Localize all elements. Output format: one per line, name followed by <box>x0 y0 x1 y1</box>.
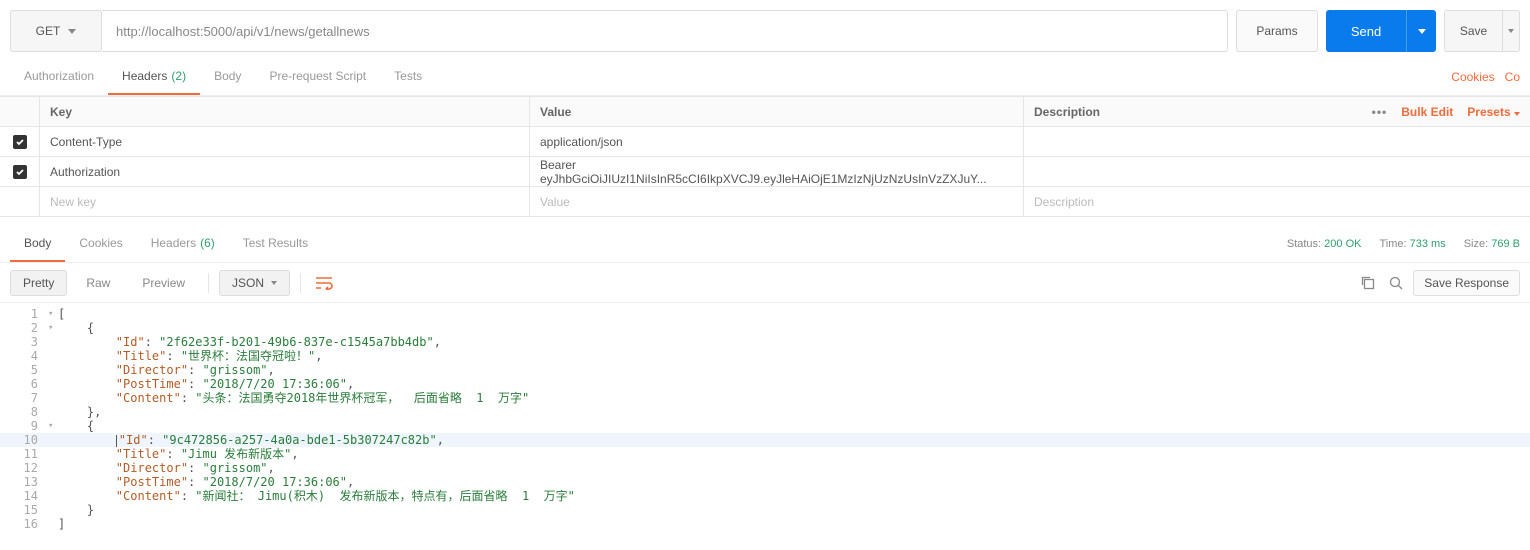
checkbox[interactable] <box>13 165 27 179</box>
format-select[interactable]: JSON <box>219 270 290 296</box>
code-line: 10 "Id": "9c472856-a257-4a0a-bde1-5b3072… <box>0 433 1530 447</box>
checkbox[interactable] <box>13 135 27 149</box>
header-value[interactable]: application/json <box>530 127 1024 156</box>
save-button[interactable]: Save <box>1444 10 1502 52</box>
header-key[interactable]: Content-Type <box>40 127 530 156</box>
headers-table: Key Value Description ••• Bulk Edit Pres… <box>0 96 1530 217</box>
code-line: 6 "PostTime": "2018/7/20 17:36:06", <box>0 377 1530 391</box>
new-key-input[interactable]: New key <box>40 187 530 216</box>
code-line: 11 "Title": "Jimu 发布新版本", <box>0 447 1530 461</box>
view-preview[interactable]: Preview <box>129 270 198 296</box>
chevron-down-icon <box>1508 29 1514 33</box>
code-line: 12 "Director": "grissom", <box>0 461 1530 475</box>
code-line: 3 "Id": "2f62e33f-b201-49b6-837e-c1545a7… <box>0 335 1530 349</box>
code-line: 1▾[ <box>0 307 1530 321</box>
header-value[interactable]: Bearer eyJhbGciOiJIUzI1NiIsInR5cCI6IkpXV… <box>530 157 1024 186</box>
url-input[interactable] <box>102 10 1228 52</box>
col-description: Description <box>1024 97 1365 126</box>
col-value: Value <box>530 97 1024 126</box>
code-line: 14 "Content": "新闻社： Jimu(积木) 发布新版本，特点有，后… <box>0 489 1530 503</box>
copy-icon[interactable] <box>1357 276 1379 290</box>
code-line: 13 "PostTime": "2018/7/20 17:36:06", <box>0 475 1530 489</box>
code-line: 9▾ { <box>0 419 1530 433</box>
send-button[interactable]: Send <box>1326 10 1406 52</box>
table-row: Content-Typeapplication/json <box>0 127 1530 157</box>
params-button[interactable]: Params <box>1236 10 1318 52</box>
tab-label: Headers <box>122 69 167 83</box>
code-link[interactable]: Co <box>1505 70 1520 84</box>
http-method-select[interactable]: GET <box>10 10 102 52</box>
chevron-down-icon <box>68 29 76 34</box>
response-tab-body[interactable]: Body <box>10 225 65 262</box>
save-dropdown[interactable] <box>1502 10 1520 52</box>
header-key[interactable]: Authorization <box>40 157 530 186</box>
col-key: Key <box>40 97 530 126</box>
header-desc[interactable] <box>1024 127 1365 156</box>
tab-prerequest[interactable]: Pre-request Script <box>255 58 380 95</box>
tab-tests[interactable]: Tests <box>380 58 436 95</box>
response-tab-headers[interactable]: Headers (6) <box>137 225 229 262</box>
presets-link[interactable]: Presets <box>1467 105 1520 119</box>
response-tab-test-results[interactable]: Test Results <box>229 225 322 262</box>
tab-authorization[interactable]: Authorization <box>10 58 108 95</box>
code-line: 4 "Title": "世界杯：法国夺冠啦！", <box>0 349 1530 363</box>
headers-count: (2) <box>171 69 186 83</box>
chevron-down-icon <box>1514 112 1520 116</box>
code-line: 15 } <box>0 503 1530 517</box>
view-raw[interactable]: Raw <box>73 270 123 296</box>
response-tab-cookies[interactable]: Cookies <box>65 225 136 262</box>
tab-body[interactable]: Body <box>200 58 255 95</box>
size-label: Size: 769 B <box>1464 238 1520 250</box>
status-label: Status: 200 OK <box>1287 238 1362 250</box>
more-icon[interactable]: ••• <box>1372 105 1388 119</box>
response-body[interactable]: 1▾[2▾ {3 "Id": "2f62e33f-b201-49b6-837e-… <box>0 303 1530 535</box>
new-value-input[interactable]: Value <box>530 187 1024 216</box>
view-pretty[interactable]: Pretty <box>10 270 67 296</box>
code-line: 8 }, <box>0 405 1530 419</box>
chevron-down-icon <box>1418 29 1426 34</box>
header-desc[interactable] <box>1024 157 1365 186</box>
code-line: 2▾ { <box>0 321 1530 335</box>
tab-headers[interactable]: Headers (2) <box>108 58 200 95</box>
cookies-link[interactable]: Cookies <box>1451 70 1494 84</box>
code-line: 7 "Content": "头条：法国勇夺2018年世界杯冠军， 后面省略 1 … <box>0 391 1530 405</box>
http-method-label: GET <box>36 24 61 38</box>
new-desc-input[interactable]: Description <box>1024 187 1365 216</box>
send-dropdown[interactable] <box>1406 10 1436 52</box>
save-response-button[interactable]: Save Response <box>1413 270 1520 296</box>
search-icon[interactable] <box>1385 276 1407 290</box>
code-line: 16] <box>0 517 1530 531</box>
bulk-edit-link[interactable]: Bulk Edit <box>1401 105 1453 119</box>
time-label: Time: 733 ms <box>1379 238 1445 250</box>
chevron-down-icon <box>271 281 277 285</box>
wrap-lines-icon[interactable] <box>311 276 337 290</box>
table-row: AuthorizationBearer eyJhbGciOiJIUzI1NiIs… <box>0 157 1530 187</box>
code-line: 5 "Director": "grissom", <box>0 363 1530 377</box>
